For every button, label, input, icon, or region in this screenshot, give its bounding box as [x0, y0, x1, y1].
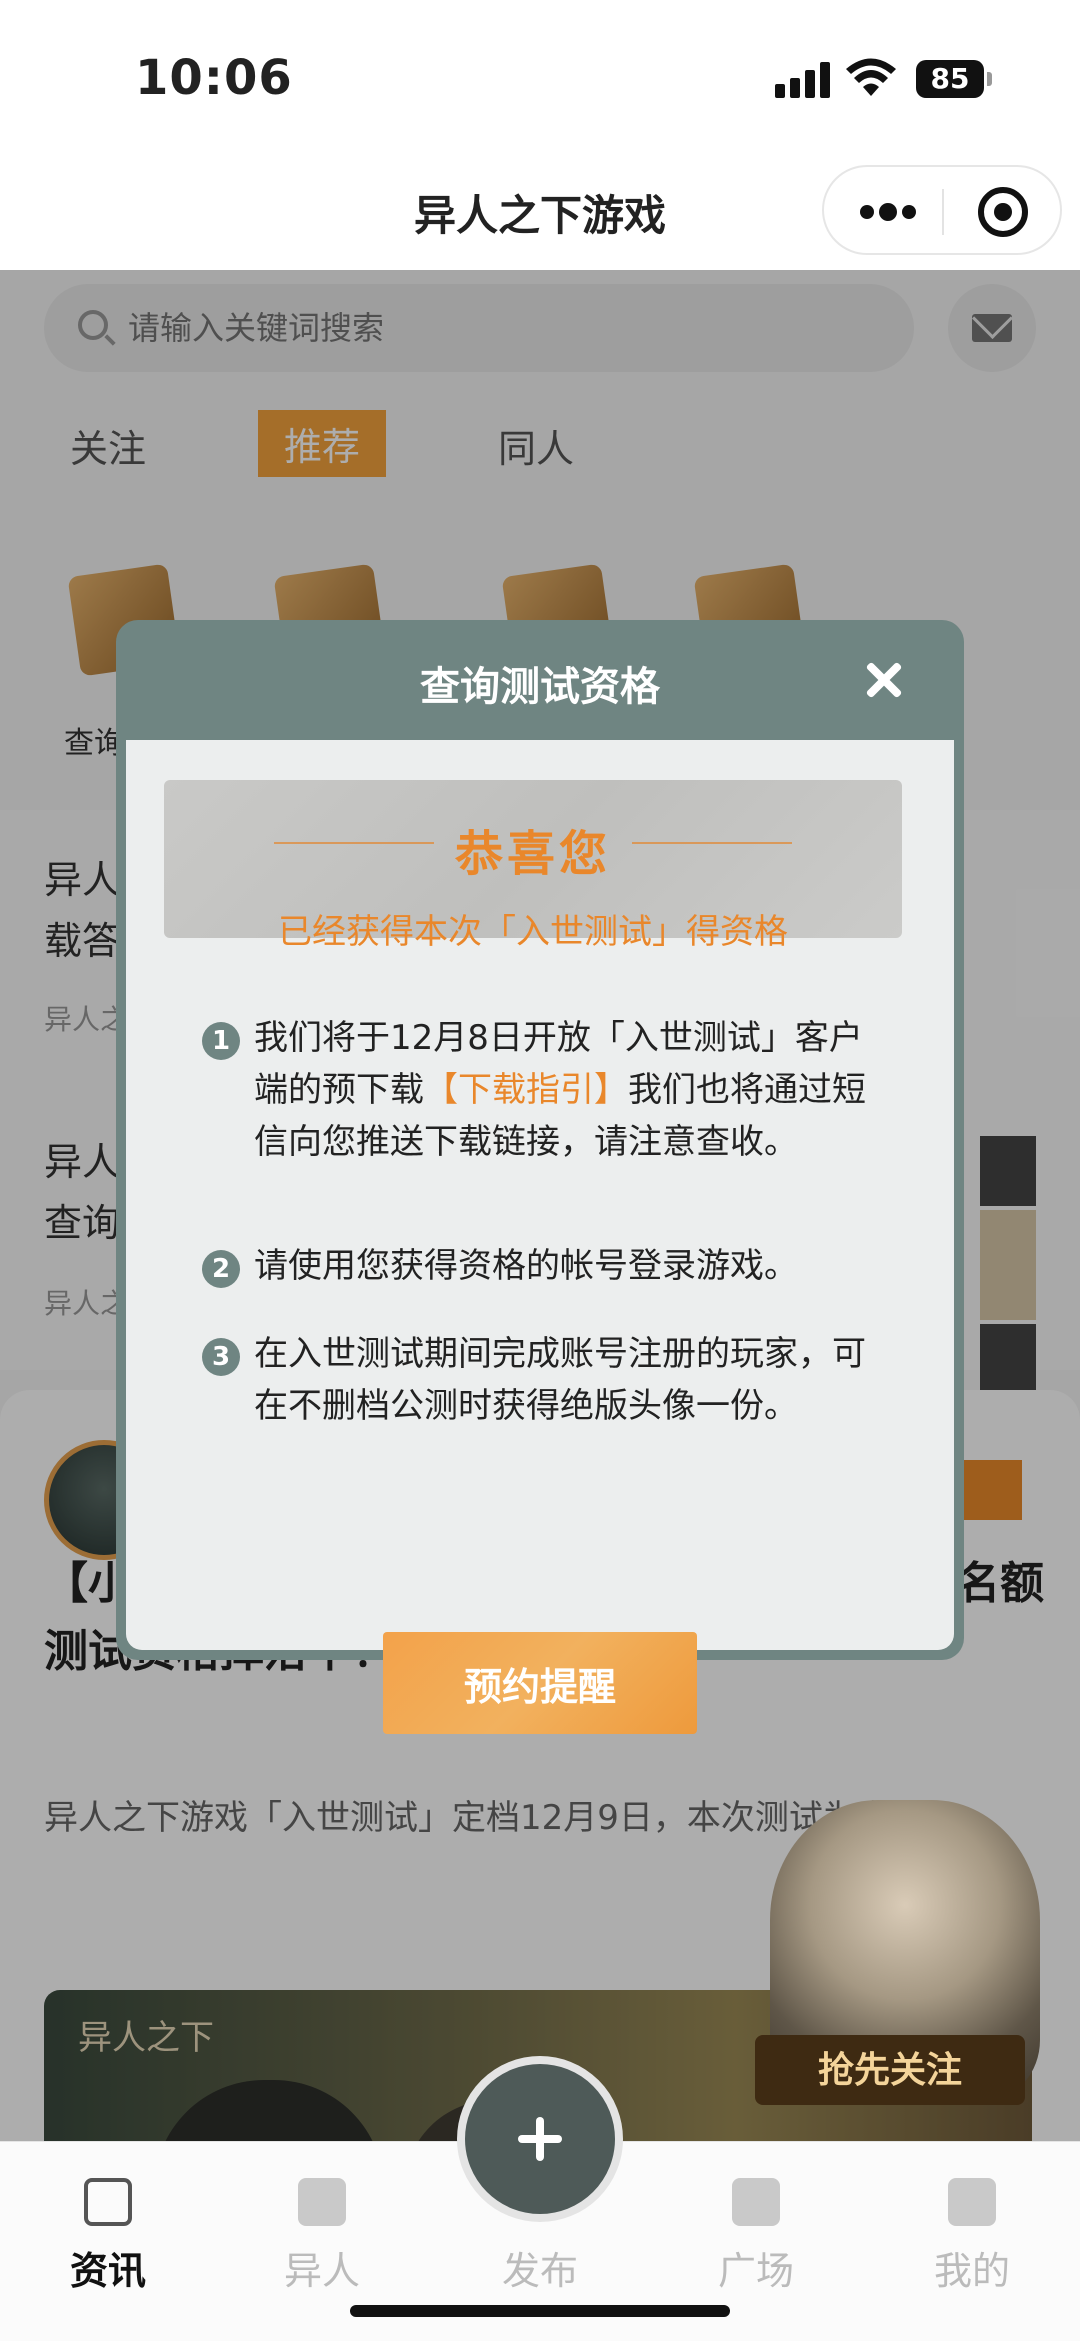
rule-text: 请使用您获得资格的帐号登录游戏。	[254, 1246, 798, 1286]
more-icon[interactable]	[860, 203, 916, 221]
congrats-title: 恭喜您	[454, 826, 611, 882]
tab-news[interactable]: 资讯	[38, 2178, 178, 2295]
reminder-button[interactable]: 预约提醒	[383, 1632, 697, 1734]
rule-item: 2 请使用您获得资格的帐号登录游戏。	[202, 1240, 882, 1292]
congrats-subtitle: 已经获得本次「入世测试」得资格	[278, 912, 788, 952]
status-time: 10:06	[135, 50, 293, 106]
status-bar: 10:06 85	[0, 0, 1080, 150]
tab-label: 发布	[501, 2249, 578, 2293]
tab-square[interactable]: 广场	[686, 2178, 826, 2295]
dialog-title: 查询测试资格	[420, 664, 660, 710]
nav-bar: 异人之下游戏	[0, 150, 1080, 270]
tab-label: 资讯	[69, 2249, 146, 2293]
wifi-icon	[846, 58, 896, 96]
user-icon	[948, 2178, 996, 2226]
dialog-header: 查询测试资格	[116, 620, 964, 740]
signal-icon	[775, 62, 831, 98]
tab-label: 异人	[283, 2249, 360, 2293]
congrats-banner: 恭喜您 已经获得本次「入世测试」得资格	[164, 780, 902, 952]
number-badge: 1	[202, 1022, 240, 1060]
home-indicator	[350, 2305, 730, 2317]
scroll-icon	[298, 2178, 346, 2226]
capsule-divider	[942, 189, 944, 235]
qualification-dialog: 查询测试资格 恭喜您 已经获得本次「入世测试」得资格 1 我们将于12月8日开放…	[116, 620, 964, 1734]
rule-item: 1 我们将于12月8日开放「入世测试」客户端的预下载【下载指引】我们也将通过短信…	[202, 1012, 882, 1168]
download-guide-link[interactable]: 【下载指引】	[424, 1070, 628, 1110]
tab-label: 我的	[933, 2249, 1010, 2293]
rule-text: 我们将于12月8日开放「入世测试」客户端的预下载【下载指引】我们也将通过短信向您…	[254, 1018, 866, 1162]
dialog-body: 恭喜您 已经获得本次「入世测试」得资格 1 我们将于12月8日开放「入世测试」客…	[126, 740, 954, 1734]
tab-yiren[interactable]: 异人	[252, 2178, 392, 2295]
miniapp-capsule	[822, 165, 1062, 255]
battery-icon: 85	[916, 60, 992, 98]
news-icon	[84, 2178, 132, 2226]
tab-mine[interactable]: 我的	[902, 2178, 1042, 2295]
follow-badge[interactable]: 抢先关注	[755, 2035, 1025, 2105]
number-badge: 2	[202, 1250, 240, 1288]
close-miniapp-icon[interactable]	[978, 187, 1028, 237]
chat-icon	[732, 2178, 780, 2226]
tab-label: 广场	[717, 2249, 794, 2293]
number-badge: 3	[202, 1338, 240, 1376]
rule-item: 3 在入世测试期间完成账号注册的玩家，可在不删档公测时获得绝版头像一份。	[202, 1328, 882, 1432]
close-icon[interactable]	[864, 660, 904, 700]
rule-text: 在入世测试期间完成账号注册的玩家，可在不删档公测时获得绝版头像一份。	[254, 1334, 866, 1426]
publish-plus-button[interactable]	[457, 2056, 623, 2222]
